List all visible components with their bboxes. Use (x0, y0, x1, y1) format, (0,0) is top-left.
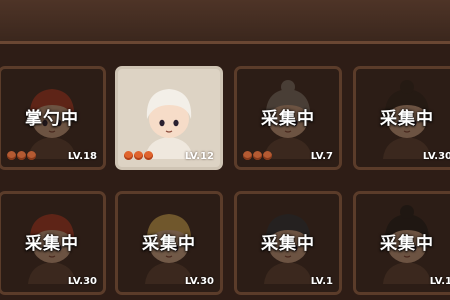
character-card[interactable]: 采集中 LV.30 (0, 191, 106, 295)
heart-icon (124, 151, 133, 160)
heart-icon (263, 151, 272, 160)
affection-hearts (243, 151, 272, 160)
heart-icon (17, 151, 26, 160)
level-label: LV.18 (67, 151, 97, 162)
character-card-selected[interactable]: LV.12 (115, 66, 223, 170)
heart-icon (144, 151, 153, 160)
level-label: LV.1 (429, 276, 450, 287)
status-label: 采集中 (261, 109, 315, 129)
status-label: 采集中 (380, 234, 434, 254)
character-portrait (145, 89, 193, 159)
character-card[interactable]: 采集中 LV.1 (234, 191, 342, 295)
level-label: LV.30 (184, 276, 214, 287)
status-label: 采集中 (142, 234, 196, 254)
level-label: LV.30 (67, 276, 97, 287)
heart-icon (134, 151, 143, 160)
character-card[interactable]: 掌勺中 LV.18 (0, 66, 106, 170)
status-label: 采集中 (25, 234, 79, 254)
character-card[interactable]: 采集中 LV.30 (353, 66, 450, 170)
top-frame (0, 0, 450, 44)
affection-hearts (124, 151, 153, 160)
heart-icon (7, 151, 16, 160)
status-label: 采集中 (261, 234, 315, 254)
heart-icon (253, 151, 262, 160)
affection-hearts (7, 151, 36, 160)
character-card[interactable]: 采集中 LV.30 (115, 191, 223, 295)
level-label: LV.30 (422, 151, 450, 162)
level-label: LV.7 (310, 151, 333, 162)
heart-icon (243, 151, 252, 160)
status-label: 掌勺中 (25, 109, 79, 129)
status-label: 采集中 (380, 109, 434, 129)
level-label: LV.1 (310, 276, 333, 287)
character-card[interactable]: 采集中 LV.7 (234, 66, 342, 170)
character-roster-panel: 掌勺中 LV.18 LV.12 采集中 LV.7 采集中 LV.30 采集中 L… (0, 44, 450, 300)
level-label: LV.12 (184, 151, 214, 162)
character-card[interactable]: 采集中 LV.1 (353, 191, 450, 295)
heart-icon (27, 151, 36, 160)
